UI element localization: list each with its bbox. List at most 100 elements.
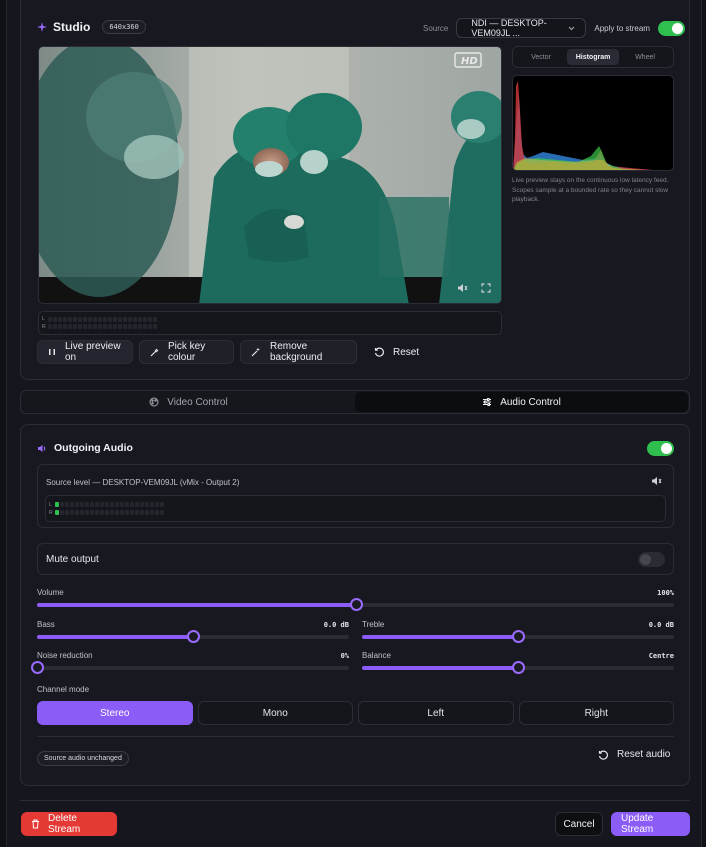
- status-badge: Source audio unchanged: [37, 751, 129, 766]
- meter-labels: L R: [49, 502, 53, 516]
- treble-slider[interactable]: [362, 630, 674, 643]
- meter-cell: [153, 324, 157, 329]
- meter-cell: [68, 317, 72, 322]
- apply-to-stream-toggle[interactable]: [657, 20, 685, 36]
- meter-cell: [80, 502, 84, 507]
- reset-icon: [374, 347, 384, 357]
- meter-cell: [70, 510, 74, 515]
- meter-cell: [88, 324, 92, 329]
- control-tabs: Video Control Audio Control: [20, 390, 690, 414]
- volume-control: Volume 100%: [37, 588, 674, 611]
- meter-cell: [138, 317, 142, 322]
- meter-cell: [65, 510, 69, 515]
- tab-video-control[interactable]: Video Control: [22, 392, 355, 412]
- volume-icon[interactable]: [457, 283, 469, 293]
- meter-cell: [80, 510, 84, 515]
- source-value: NDI — DESKTOP-VEM09JL ...: [471, 18, 547, 38]
- source-label: Source: [423, 23, 449, 33]
- meter-cell: [48, 317, 52, 322]
- meter-labels: L R: [42, 316, 46, 330]
- noise-reduction-slider[interactable]: [31, 661, 349, 674]
- meter-cell: [130, 502, 134, 507]
- meter-cell: [75, 502, 79, 507]
- reset-audio-button[interactable]: Reset audio: [598, 749, 670, 760]
- balance-control: Balance Centre: [362, 651, 674, 674]
- update-stream-button[interactable]: Update Stream: [611, 812, 690, 836]
- pick-key-colour-button[interactable]: Pick key colour: [139, 340, 234, 364]
- meter-bars-active: [55, 502, 164, 507]
- meter-cell: [120, 502, 124, 507]
- meter-cell: [150, 510, 154, 515]
- footer-divider: [20, 800, 690, 801]
- meter-cell: [90, 502, 94, 507]
- meter-cell: [128, 317, 132, 322]
- fullscreen-icon[interactable]: [481, 283, 491, 293]
- meter-cell: [133, 317, 137, 322]
- meter-bars-active: [55, 510, 164, 515]
- meter-cell: [55, 502, 59, 507]
- channel-mode-right[interactable]: Right: [518, 701, 674, 725]
- scope-tab-wheel[interactable]: Wheel: [619, 49, 671, 65]
- cancel-button[interactable]: Cancel: [555, 812, 603, 836]
- chevron-down-icon: [568, 26, 575, 31]
- remove-background-button[interactable]: Remove background: [240, 340, 357, 364]
- volume-mute-icon[interactable]: [651, 476, 663, 486]
- noise-reduction-value: 0%: [340, 651, 349, 660]
- meter-cell: [60, 502, 64, 507]
- meter-cell: [58, 324, 62, 329]
- channel-mode-mono[interactable]: Mono: [197, 701, 353, 725]
- pause-icon: [48, 348, 56, 356]
- sliders-icon: [482, 397, 492, 407]
- noise-reduction-control: Noise reduction 0%: [31, 651, 349, 674]
- meter-cell: [93, 317, 97, 322]
- preview-audio-meter: L R: [38, 311, 502, 335]
- meter-cell: [63, 324, 67, 329]
- treble-control: Treble 0.0 dB: [362, 620, 674, 643]
- mute-output-row: Mute output: [37, 543, 674, 575]
- live-preview-button[interactable]: Live preview on: [37, 340, 133, 364]
- scope-tab-vector[interactable]: Vector: [515, 49, 567, 65]
- apply-to-stream-label: Apply to stream: [594, 23, 650, 33]
- meter-cell: [95, 510, 99, 515]
- meter-cell: [83, 324, 87, 329]
- channel-mode-left[interactable]: Left: [358, 701, 514, 725]
- bass-control: Bass 0.0 dB: [37, 620, 349, 643]
- volume-slider[interactable]: [37, 598, 674, 611]
- meter-cell: [108, 324, 112, 329]
- bass-value: 0.0 dB: [323, 620, 349, 629]
- balance-slider[interactable]: [362, 661, 674, 674]
- balance-label: Balance: [362, 651, 391, 660]
- tab-audio-control[interactable]: Audio Control: [355, 392, 688, 412]
- scope-note: Live preview stays on the continuous low…: [512, 177, 669, 203]
- scope-tab-histogram[interactable]: Histogram: [567, 49, 619, 65]
- palette-icon: [149, 397, 159, 407]
- meter-cell: [53, 324, 57, 329]
- meter-cell: [105, 510, 109, 515]
- histogram-scope: [512, 75, 674, 171]
- speaker-icon: [37, 444, 47, 453]
- meter-cell: [63, 317, 67, 322]
- meter-bars: [48, 324, 157, 329]
- bass-slider[interactable]: [37, 630, 349, 643]
- audio-header: Outgoing Audio: [37, 442, 133, 454]
- meter-cell: [58, 317, 62, 322]
- video-preview: HD: [38, 46, 502, 304]
- meter-cell: [113, 324, 117, 329]
- meter-cell: [145, 510, 149, 515]
- delete-stream-button[interactable]: Delete Stream: [21, 812, 117, 836]
- meter-cell: [105, 502, 109, 507]
- resolution-badge: 640x360: [102, 20, 146, 34]
- trash-icon: [31, 819, 40, 829]
- channel-mode-stereo[interactable]: Stereo: [37, 701, 193, 725]
- source-select[interactable]: NDI — DESKTOP-VEM09JL ...: [456, 18, 587, 38]
- source-level-label: Source level — DESKTOP-VEM09JL (vMix - O…: [46, 478, 240, 487]
- meter-cell: [148, 324, 152, 329]
- outgoing-audio-toggle[interactable]: [647, 441, 674, 456]
- meter-cell: [143, 317, 147, 322]
- meter-cell: [160, 502, 164, 507]
- divider: [37, 736, 674, 737]
- mute-output-toggle[interactable]: [638, 551, 665, 567]
- meter-cell: [73, 317, 77, 322]
- hd-badge: HD: [461, 56, 478, 67]
- reset-button[interactable]: Reset: [363, 340, 423, 364]
